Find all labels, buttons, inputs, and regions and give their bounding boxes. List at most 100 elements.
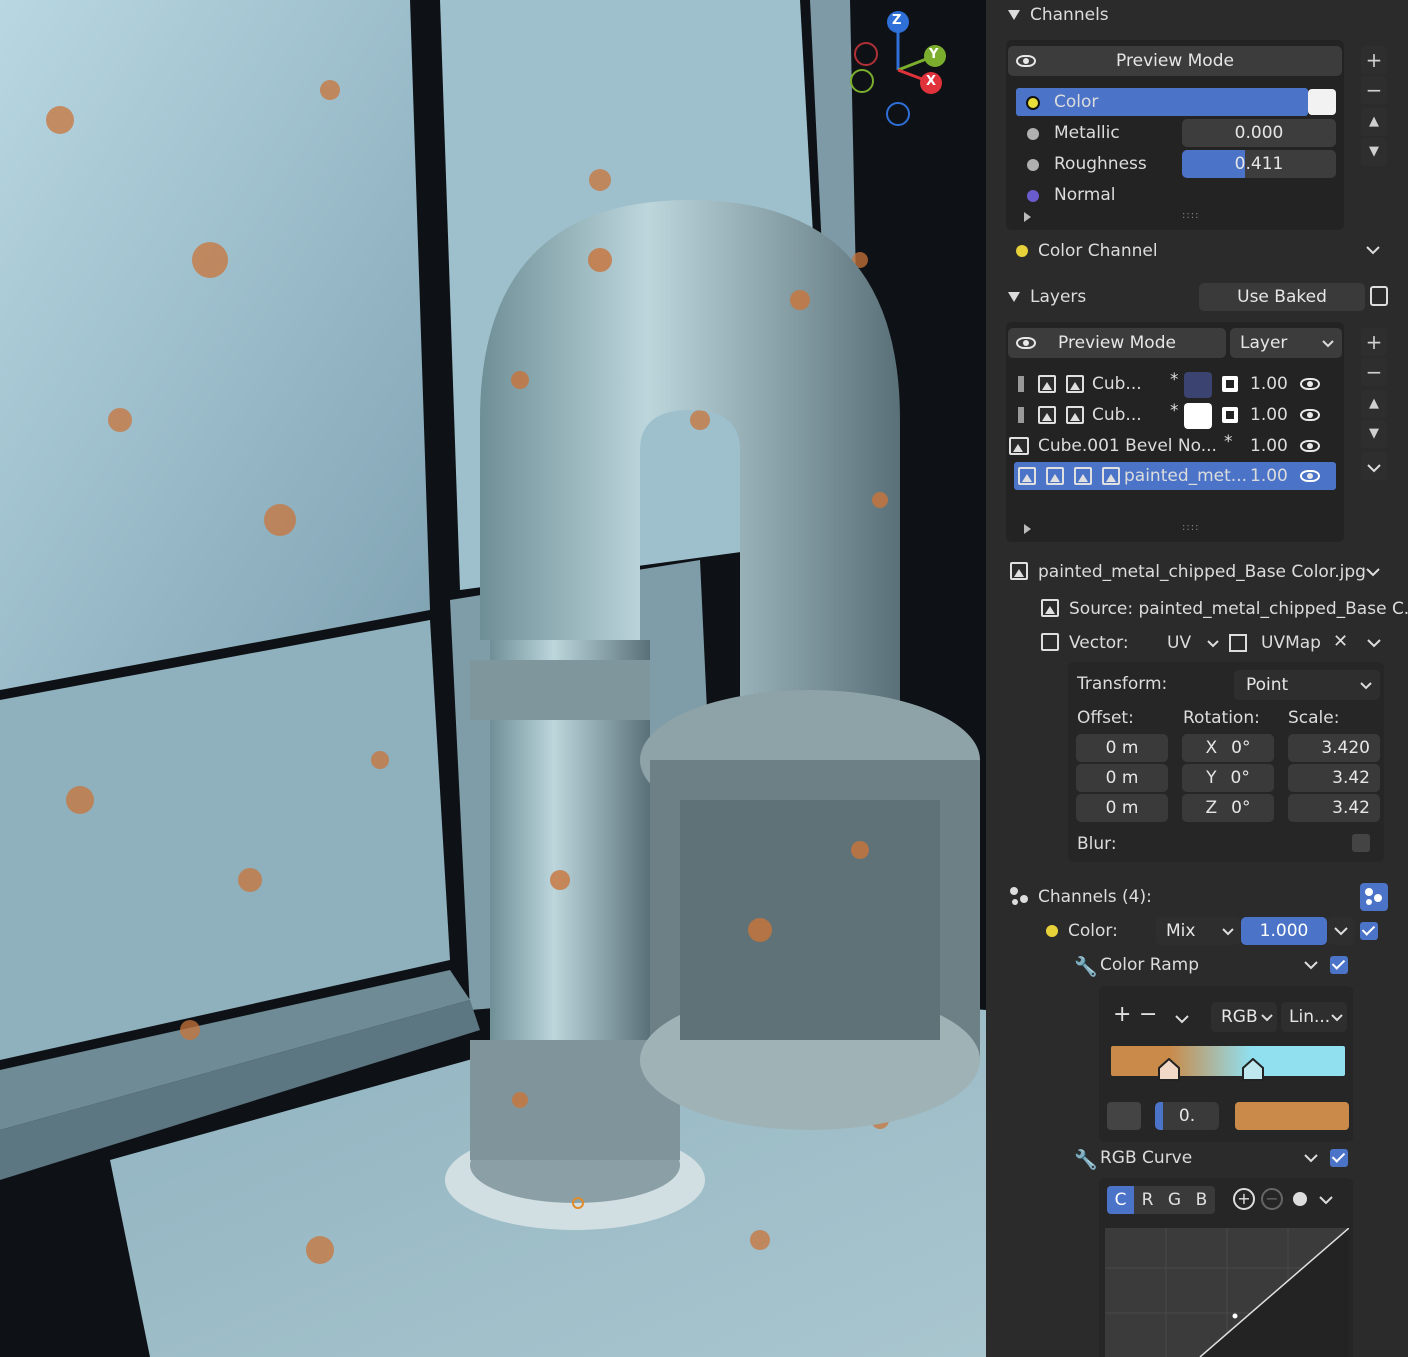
layer-opacity[interactable]: 1.00 <box>1250 401 1288 429</box>
image-source-icon <box>1041 599 1059 617</box>
navigation-gizmo[interactable]: Z Y X <box>846 8 956 133</box>
offset-x-field[interactable]: 0 m <box>1076 734 1168 762</box>
move-layer-down-button[interactable]: ▼ <box>1361 420 1387 448</box>
texture-source-row[interactable]: Source: painted_metal_chipped_Base C... <box>1041 595 1408 623</box>
curve-tab-g[interactable]: G <box>1161 1186 1188 1214</box>
texture-name-row[interactable]: painted_metal_chipped_Base Color.jpg <box>1010 558 1390 586</box>
curve-graph[interactable] <box>1105 1228 1349 1357</box>
curve-tab-c[interactable]: C <box>1107 1186 1134 1214</box>
transform-dropdown[interactable]: Point <box>1234 670 1380 700</box>
scale-x-field[interactable]: 3.420 <box>1288 734 1380 762</box>
chevron-down-icon <box>1261 1014 1273 1022</box>
ramp-color-mode-dropdown[interactable]: RGB <box>1211 1002 1277 1032</box>
channel-item-roughness[interactable]: Roughness <box>1016 150 1176 178</box>
layer-mode-dropdown[interactable]: Layer <box>1230 328 1342 358</box>
chevron-down-icon[interactable] <box>1319 1195 1333 1205</box>
channels-header[interactable]: Channels <box>1008 0 1109 30</box>
color-channel-enable-checkbox[interactable] <box>1360 922 1378 940</box>
layer-row[interactable]: Cub... * 1.00 <box>1014 370 1336 398</box>
layer-color-swatch[interactable] <box>1184 372 1212 398</box>
eye-icon[interactable] <box>1300 409 1320 421</box>
curve-tab-r[interactable]: R <box>1134 1186 1161 1214</box>
vector-mode-dropdown[interactable]: UV <box>1151 629 1221 657</box>
metallic-value-field[interactable]: 0.000 <box>1182 119 1336 147</box>
eye-icon[interactable] <box>1300 470 1320 482</box>
color-channel-dropdown[interactable]: Color Channel <box>1014 237 1394 265</box>
eye-icon[interactable] <box>1300 440 1320 452</box>
channel-item-color[interactable]: Color <box>1016 88 1308 116</box>
chevron-down-icon <box>1304 961 1318 970</box>
blur-checkbox[interactable] <box>1352 834 1370 852</box>
layer-color-swatch[interactable] <box>1184 403 1212 429</box>
ramp-stop-position-field[interactable]: 0. <box>1155 1102 1219 1130</box>
layer-row-selected[interactable]: painted_met... 1.00 <box>1014 462 1336 490</box>
use-baked-button[interactable]: Use Baked <box>1199 283 1365 311</box>
remove-layer-button[interactable]: − <box>1361 358 1387 386</box>
rgb-curve-enable-checkbox[interactable] <box>1330 1149 1348 1167</box>
ramp-stop-index-field[interactable] <box>1107 1102 1141 1130</box>
ramp-stop-handle[interactable] <box>1241 1058 1265 1082</box>
layer-channels-header[interactable]: Channels (4): <box>1010 883 1390 911</box>
offset-y-field[interactable]: 0 m <box>1076 764 1168 792</box>
layers-list: Preview Mode Layer Cub... * 1.00 Cub... … <box>1006 322 1344 542</box>
add-stop-button[interactable]: + <box>1113 1002 1131 1027</box>
bake-icon[interactable] <box>1370 286 1388 306</box>
channels-toggle-button[interactable] <box>1360 883 1388 911</box>
move-channel-up-button[interactable]: ▲ <box>1361 108 1387 136</box>
scale-z-field[interactable]: 3.42 <box>1288 794 1380 822</box>
chevron-down-icon <box>1331 1014 1343 1022</box>
preview-mode-label: Preview Mode <box>1116 51 1234 71</box>
chevron-down-icon[interactable] <box>1175 1014 1189 1024</box>
blend-options-dropdown[interactable] <box>1328 917 1354 945</box>
move-layer-up-button[interactable]: ▲ <box>1361 390 1387 418</box>
rgb-curve-row[interactable]: 🔧 RGB Curve <box>1074 1144 1394 1172</box>
blend-amount-field[interactable]: 1.000 <box>1241 917 1327 945</box>
add-layer-button[interactable]: + <box>1361 328 1387 356</box>
layer-row[interactable]: Cub... * 1.00 <box>1014 401 1336 429</box>
layer-row[interactable]: Cube.001 Bevel No... * 1.00 <box>1009 432 1336 460</box>
ramp-stop-handle[interactable] <box>1157 1058 1181 1082</box>
color-ramp-gradient[interactable] <box>1111 1046 1345 1076</box>
color-label: Color: <box>1068 921 1118 941</box>
blend-mode-dropdown[interactable]: Mix <box>1156 917 1240 945</box>
offset-z-field[interactable]: 0 m <box>1076 794 1168 822</box>
uvmap-label: UVMap <box>1261 633 1321 653</box>
resize-grip-icon[interactable]: :::: <box>1182 210 1199 221</box>
expand-arrow-icon[interactable] <box>1024 524 1031 534</box>
paint-brush-icon <box>1018 376 1034 392</box>
3d-viewport[interactable]: Z Y X <box>0 0 986 1357</box>
layer-opacity[interactable]: 1.00 <box>1250 370 1288 398</box>
curve-tab-b[interactable]: B <box>1188 1186 1215 1214</box>
color-swatch[interactable] <box>1308 89 1336 115</box>
move-channel-down-button[interactable]: ▼ <box>1361 138 1387 166</box>
remove-stop-button[interactable]: − <box>1139 1002 1157 1027</box>
roughness-value-field[interactable]: 0.411 <box>1182 150 1336 178</box>
channels-preview-mode-button[interactable]: Preview Mode <box>1008 46 1342 76</box>
layers-header[interactable]: Layers <box>1008 282 1086 312</box>
scale-y-field[interactable]: 3.42 <box>1288 764 1380 792</box>
channel-item-metallic[interactable]: Metallic <box>1016 119 1176 147</box>
layers-preview-mode-button[interactable]: Preview Mode <box>1008 328 1226 358</box>
chevron-down-icon <box>1207 640 1219 648</box>
chevron-down-icon[interactable] <box>1367 638 1381 648</box>
add-channel-button[interactable]: + <box>1361 46 1387 74</box>
rotation-y-field[interactable]: Y 0° <box>1182 764 1274 792</box>
zoom-out-icon[interactable]: − <box>1261 1188 1283 1210</box>
rotation-x-field[interactable]: X 0° <box>1182 734 1274 762</box>
remove-channel-button[interactable]: − <box>1361 76 1387 104</box>
eye-icon[interactable] <box>1300 378 1320 390</box>
color-ramp-enable-checkbox[interactable] <box>1330 956 1348 974</box>
clear-x-icon[interactable]: ✕ <box>1333 628 1348 656</box>
ramp-stop-color-swatch[interactable] <box>1235 1102 1349 1130</box>
point-handle-icon[interactable] <box>1293 1192 1307 1206</box>
channel-item-normal[interactable]: Normal <box>1016 181 1176 209</box>
zoom-in-icon[interactable]: + <box>1233 1188 1255 1210</box>
ramp-interpolation-dropdown[interactable]: Lin... <box>1281 1002 1347 1032</box>
layer-options-button[interactable] <box>1361 452 1387 480</box>
layer-opacity[interactable]: 1.00 <box>1250 462 1288 490</box>
color-ramp-row[interactable]: 🔧 Color Ramp <box>1074 951 1394 979</box>
layer-opacity[interactable]: 1.00 <box>1250 432 1288 460</box>
rotation-z-field[interactable]: Z 0° <box>1182 794 1274 822</box>
resize-grip-icon[interactable]: :::: <box>1182 522 1199 533</box>
expand-arrow-icon[interactable] <box>1024 212 1031 222</box>
